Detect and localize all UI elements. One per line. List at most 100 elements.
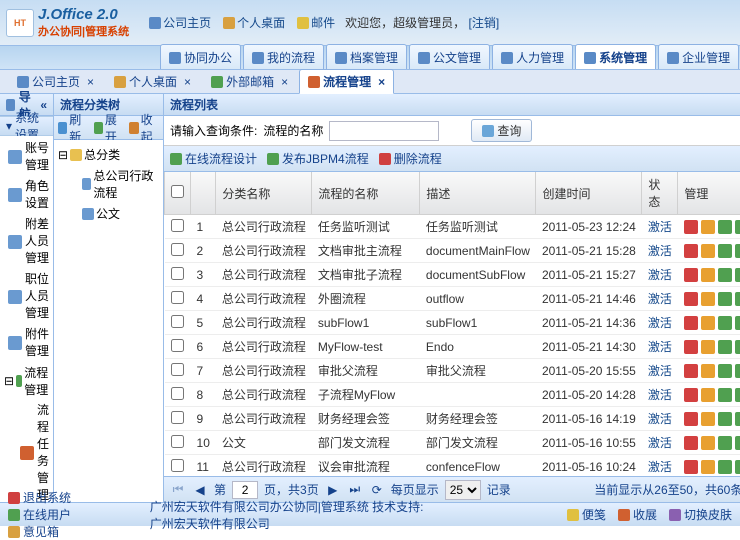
delete-icon[interactable]: [684, 388, 698, 402]
col-1[interactable]: [191, 172, 216, 215]
delete-icon[interactable]: [684, 244, 698, 258]
row-checkbox[interactable]: [171, 219, 184, 232]
status-link[interactable]: 激活: [648, 268, 672, 282]
col-4[interactable]: 描述: [420, 172, 536, 215]
category-node-1[interactable]: 公文: [58, 203, 159, 224]
col-5[interactable]: 创建时间: [536, 172, 642, 215]
edit-icon[interactable]: [701, 220, 715, 234]
table-row[interactable]: 3总公司行政流程文档审批子流程documentSubFlow2011-05-21…: [165, 263, 740, 287]
delete-icon[interactable]: [684, 412, 698, 426]
close-icon[interactable]: ×: [281, 75, 288, 89]
run-icon[interactable]: [735, 244, 740, 258]
logout-link[interactable]: [注销]: [469, 16, 500, 30]
top-link-0[interactable]: 公司主页: [149, 14, 211, 31]
status-left-1[interactable]: 在线用户: [8, 506, 71, 523]
nav-flow-0[interactable]: 流程任务管理: [0, 400, 53, 502]
delete-button[interactable]: 删除流程: [379, 150, 442, 167]
search-input[interactable]: [329, 121, 439, 141]
edit-icon[interactable]: [701, 340, 715, 354]
row-checkbox[interactable]: [171, 435, 184, 448]
table-row[interactable]: 2总公司行政流程文档审批主流程documentMainFlow2011-05-2…: [165, 239, 740, 263]
page-refresh-button[interactable]: ⟳: [369, 482, 385, 498]
status-link[interactable]: 激活: [648, 340, 672, 354]
nav-item-1[interactable]: 角色设置: [0, 176, 53, 214]
table-row[interactable]: 8总公司行政流程子流程MyFlow2011-05-20 14:28激活: [165, 383, 740, 407]
design-button[interactable]: 在线流程设计: [170, 150, 257, 167]
table-row[interactable]: 1总公司行政流程任务监听测试任务监听测试2011-05-23 12:24激活: [165, 215, 740, 239]
edit-icon[interactable]: [701, 436, 715, 450]
design-icon[interactable]: [718, 244, 732, 258]
delete-icon[interactable]: [684, 460, 698, 474]
subtab-3[interactable]: 流程管理 ×: [299, 69, 394, 94]
publish-button[interactable]: 发布JBPM4流程: [267, 150, 369, 167]
row-checkbox[interactable]: [171, 291, 184, 304]
subtab-2[interactable]: 外部邮箱 ×: [202, 69, 297, 94]
delete-icon[interactable]: [684, 220, 698, 234]
run-icon[interactable]: [735, 292, 740, 306]
run-icon[interactable]: [735, 220, 740, 234]
design-icon[interactable]: [718, 316, 732, 330]
status-link[interactable]: 激活: [648, 460, 672, 474]
nav-item-0[interactable]: 账号管理: [0, 138, 53, 176]
table-row[interactable]: 10公文部门发文流程部门发文流程2011-05-16 10:55激活: [165, 431, 740, 455]
design-icon[interactable]: [718, 340, 732, 354]
tab-6[interactable]: 企业管理: [658, 44, 739, 69]
search-button[interactable]: 查询: [471, 119, 532, 142]
table-row[interactable]: 9总公司行政流程财务经理会签财务经理会签2011-05-16 14:19激活: [165, 407, 740, 431]
run-icon[interactable]: [735, 316, 740, 330]
col-7[interactable]: 管理: [678, 172, 740, 215]
vendor-link[interactable]: 广州宏天软件有限公司: [150, 515, 424, 532]
status-link[interactable]: 激活: [648, 292, 672, 306]
status-left-0[interactable]: 退出系统: [8, 489, 71, 506]
edit-icon[interactable]: [701, 268, 715, 282]
status-link[interactable]: 激活: [648, 436, 672, 450]
run-icon[interactable]: [735, 340, 740, 354]
design-icon[interactable]: [718, 292, 732, 306]
page-prev-button[interactable]: ◀: [192, 482, 208, 498]
col-6[interactable]: 状态: [642, 172, 678, 215]
page-first-button[interactable]: ⏮: [170, 482, 186, 498]
delete-icon[interactable]: [684, 268, 698, 282]
close-icon[interactable]: ×: [87, 75, 94, 89]
col-3[interactable]: 流程的名称: [312, 172, 420, 215]
edit-icon[interactable]: [701, 412, 715, 426]
category-root[interactable]: ⊟总分类: [58, 144, 159, 165]
status-link[interactable]: 激活: [648, 244, 672, 258]
run-icon[interactable]: [735, 268, 740, 282]
status-right-2[interactable]: 切换皮肤: [669, 506, 732, 523]
status-right-0[interactable]: 便笺: [567, 506, 606, 523]
nav-item-2[interactable]: 附差人员管理: [0, 214, 53, 269]
status-right-1[interactable]: 收展: [618, 506, 657, 523]
page-next-button[interactable]: ▶: [325, 482, 341, 498]
nav-group-flow[interactable]: ⊟流程管理: [0, 362, 53, 400]
row-checkbox[interactable]: [171, 243, 184, 256]
delete-icon[interactable]: [684, 436, 698, 450]
status-link[interactable]: 激活: [648, 388, 672, 402]
status-link[interactable]: 激活: [648, 364, 672, 378]
row-checkbox[interactable]: [171, 339, 184, 352]
table-row[interactable]: 5总公司行政流程subFlow1subFlow12011-05-21 14:36…: [165, 311, 740, 335]
top-link-1[interactable]: 个人桌面: [223, 14, 285, 31]
row-checkbox[interactable]: [171, 387, 184, 400]
design-icon[interactable]: [718, 388, 732, 402]
edit-icon[interactable]: [701, 388, 715, 402]
design-icon[interactable]: [718, 364, 732, 378]
table-row[interactable]: 4总公司行政流程外圈流程outflow2011-05-21 14:46激活: [165, 287, 740, 311]
row-checkbox[interactable]: [171, 363, 184, 376]
tab-4[interactable]: 人力管理: [492, 44, 573, 69]
section-system-setting[interactable]: ▾ 系统设置: [0, 116, 53, 136]
run-icon[interactable]: [735, 436, 740, 450]
col-2[interactable]: 分类名称: [216, 172, 312, 215]
page-last-button[interactable]: ⏭: [347, 482, 363, 498]
run-icon[interactable]: [735, 412, 740, 426]
tab-2[interactable]: 档案管理: [326, 44, 407, 69]
table-row[interactable]: 7总公司行政流程审批父流程审批父流程2011-05-20 15:55激活: [165, 359, 740, 383]
subtab-1[interactable]: 个人桌面 ×: [105, 69, 200, 94]
run-icon[interactable]: [735, 364, 740, 378]
close-icon[interactable]: ×: [378, 75, 385, 89]
row-checkbox[interactable]: [171, 411, 184, 424]
design-icon[interactable]: [718, 460, 732, 474]
edit-icon[interactable]: [701, 292, 715, 306]
select-all-checkbox[interactable]: [171, 185, 184, 198]
delete-icon[interactable]: [684, 316, 698, 330]
